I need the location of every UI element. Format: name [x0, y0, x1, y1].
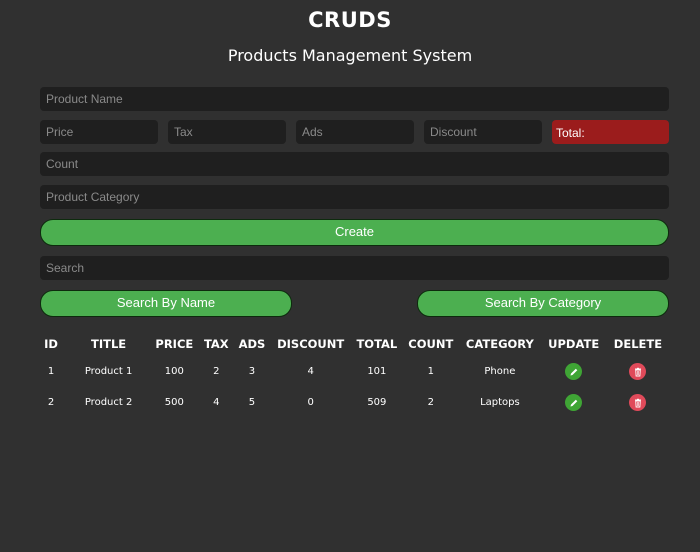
cell-discount: 4 — [307, 366, 314, 377]
header-category: CATEGORY — [465, 337, 534, 351]
cell-title: Product 2 — [84, 397, 133, 408]
app-subtitle: Products Management System — [227, 46, 473, 65]
cell-delete — [606, 387, 670, 418]
cell-discount: 0 — [307, 397, 314, 408]
table-header-row: ID TITLE PRICE TAX ADS DISCOUNT TOTAL CO… — [34, 332, 670, 356]
count-input[interactable] — [40, 152, 669, 176]
cell-ads: 5 — [248, 397, 256, 408]
total-display: Total: — [552, 120, 669, 144]
search-by-name-button[interactable]: Search By Name — [40, 290, 292, 317]
cell-tax: 2 — [213, 366, 220, 377]
header-update: UPDATE — [548, 337, 600, 351]
cell-ads: 3 — [248, 366, 256, 377]
products-table: ID TITLE PRICE TAX ADS DISCOUNT TOTAL CO… — [34, 332, 670, 418]
cell-tax: 4 — [213, 397, 220, 408]
header-title: TITLE — [91, 337, 127, 351]
cell-id: 2 — [47, 397, 55, 408]
trash-icon[interactable] — [629, 363, 647, 380]
cell-price: 100 — [164, 366, 184, 377]
cell-category: Phone — [484, 366, 516, 377]
header-total: TOTAL — [356, 337, 398, 351]
cell-update — [541, 356, 605, 387]
table-row: 2 Product 2 500 4 5 0 509 2 Laptops — [34, 387, 670, 418]
pencil-icon[interactable] — [565, 394, 583, 411]
product-name-input[interactable] — [40, 87, 669, 111]
header-ads: ADS — [238, 337, 266, 351]
pencil-icon[interactable] — [565, 363, 583, 380]
header-count: COUNT — [408, 337, 454, 351]
cell-delete — [606, 356, 670, 387]
header-price: PRICE — [155, 337, 194, 351]
cell-count: 2 — [427, 397, 434, 408]
cell-title: Product 1 — [84, 366, 133, 377]
header-delete: DELETE — [613, 337, 663, 351]
app-title: CRUDS — [308, 8, 392, 32]
cell-count: 1 — [427, 366, 434, 377]
search-input[interactable] — [40, 256, 669, 280]
cell-category: Laptops — [480, 397, 520, 408]
cell-total: 101 — [367, 366, 387, 377]
table-row: 1 Product 1 100 2 3 4 101 1 Phone — [34, 356, 670, 387]
price-input[interactable] — [40, 120, 158, 144]
trash-icon[interactable] — [629, 394, 647, 411]
cell-total: 509 — [367, 397, 387, 408]
header-tax: TAX — [203, 337, 229, 351]
create-button[interactable]: Create — [40, 219, 669, 246]
header-id: ID — [44, 337, 58, 351]
discount-input[interactable] — [424, 120, 542, 144]
category-input[interactable] — [40, 185, 669, 209]
ads-input[interactable] — [296, 120, 414, 144]
cell-id: 1 — [47, 366, 55, 377]
cell-update — [541, 387, 605, 418]
header-discount: DISCOUNT — [277, 337, 345, 351]
cell-price: 500 — [164, 397, 184, 408]
crud-app: CRUDS Products Management System Total: … — [0, 0, 700, 552]
search-by-category-button[interactable]: Search By Category — [417, 290, 669, 317]
tax-input[interactable] — [168, 120, 286, 144]
